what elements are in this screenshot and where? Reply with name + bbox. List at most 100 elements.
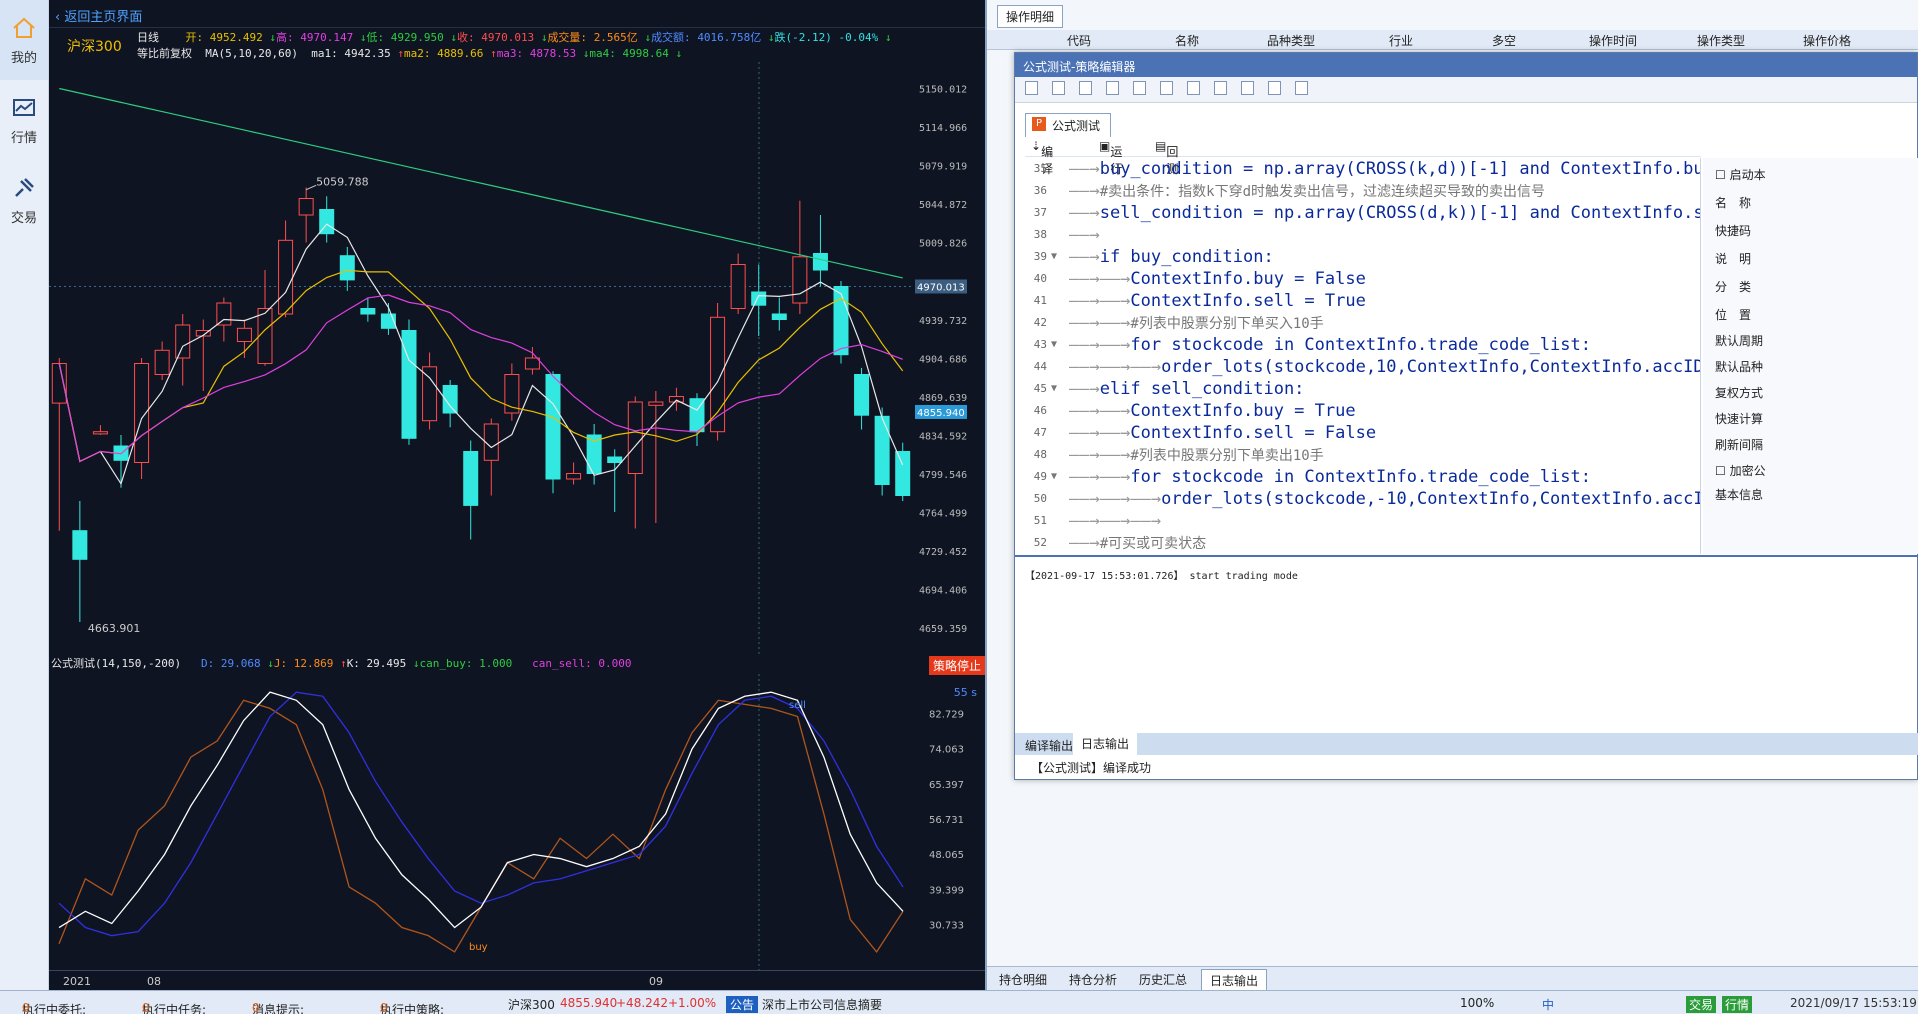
ma4-line [59,87,903,279]
code-line[interactable]: 51 ——→——→——→ [1015,510,1700,532]
fold-arrow-icon[interactable]: ▼ [1051,246,1057,268]
chart-icon [13,98,35,116]
code-text: ——→ [1069,224,1100,246]
backtest-button[interactable]: ▤ 回测 [1155,139,1178,176]
fold-arrow-icon[interactable]: ▼ [1051,334,1057,356]
code-content: #列表中股票分别下单买入10手 [1130,316,1324,332]
quote-shortcut[interactable]: 行情 [1722,996,1753,1013]
code-text: ——→if buy_condition: [1069,246,1274,268]
y-tick-label: 4729.452 [919,547,967,558]
status-value: 0 [380,1001,388,1014]
indent-marker: ——→ [1069,225,1100,245]
code-line[interactable]: 50 ——→——→——→order_lots(stockcode,-10,Cont… [1015,488,1700,510]
notice-badge[interactable]: 公告 [726,996,759,1013]
column-header[interactable]: 操作时间 [1589,32,1637,49]
column-header[interactable]: 品种类型 [1267,32,1315,49]
column-header[interactable]: 操作价格 [1803,32,1851,49]
line-number: 44 [1033,360,1047,373]
run-button[interactable]: ▣ 运行 [1099,139,1122,176]
code-line[interactable]: 46 ——→——→ContextInfo.buy = True [1015,400,1700,422]
tab-operation-detail[interactable]: 操作明细 [997,5,1064,28]
nav-label-quotes: 行情 [10,130,37,146]
code-line[interactable]: 37 ——→sell_condition = np.array(CROSS(d,k… [1015,202,1700,224]
open-label: 开: [185,31,204,44]
indicator-header: 公式测试(14,150,-200) D: 29.068 ↓J: 12.869 ↑… [49,655,985,673]
bottom-tabs: 持仓明细 持仓分析 历史汇总 日志输出 [987,966,1918,991]
code-line[interactable]: 44 ——→——→——→order_lots(stockcode,10,Conte… [1015,356,1700,378]
property-label: 名 称 [1715,196,1752,210]
editor-actions: ⇣ 编译 ▣ 运行 ▤ 回测 [1025,135,1701,176]
price-chart[interactable]: 5150.012 5114.966 5079.919 5044.872 5009.826… [49,62,985,654]
line-number: 47 [1033,426,1047,439]
code-line[interactable]: 45 ▼ ——→elif sell_condition: [1015,378,1700,400]
news-ticker[interactable]: 深市上市公司信息摘要 [762,996,882,1013]
tab-positions[interactable]: 持仓明细 [991,969,1055,990]
column-header[interactable]: 名称 [1175,32,1199,49]
code-line[interactable]: 35 ——→buy_condition = np.array(CROSS(k,d)… [1015,158,1700,180]
indicator-chart[interactable]: 82.729 74.063 65.397 56.731 48.065 39.399 30.7… [49,674,985,970]
code-line[interactable]: 47 ——→——→ContextInfo.sell = False [1015,422,1700,444]
stop-strategy-button[interactable]: 策略停止 [928,656,985,675]
code-line[interactable]: 38 ——→ [1015,224,1700,246]
file-tab[interactable]: P 公式测试 [1025,113,1112,137]
trade-icon [15,177,34,197]
import-icon[interactable] [1133,81,1146,95]
tab-history[interactable]: 历史汇总 [1131,969,1195,990]
find-icon[interactable] [1241,81,1254,95]
candle-body [648,401,664,406]
indent-marker: ——→——→ [1069,401,1131,421]
column-header[interactable]: 多空 [1492,32,1516,49]
fold-arrow-icon[interactable]: ▼ [1051,466,1057,488]
copy-icon[interactable] [1187,81,1200,95]
down-arrow-icon: ↓ [884,31,892,44]
code-line[interactable]: 41 ——→——→ContextInfo.sell = True [1015,290,1700,312]
line-number: 40 [1033,272,1047,285]
tab-compile-output[interactable]: 编译输出 [1017,737,1081,754]
column-header[interactable]: 代码 [1067,32,1091,49]
code-editor[interactable]: 35 ——→buy_condition = np.array(CROSS(k,d)… [1015,158,1701,554]
fold-arrow-icon[interactable]: ▼ [1051,378,1057,400]
property-label[interactable]: ☐ 加密公 [1715,462,1766,479]
zoom-level[interactable]: 100% [1460,996,1494,1010]
font-decrease-icon[interactable] [1079,81,1092,95]
tab-position-analysis[interactable]: 持仓分析 [1061,969,1125,990]
indicator-k: K: 29.495 [346,657,407,670]
code-line[interactable]: 52 ——→#可买或可卖状态 [1015,532,1700,554]
tab-log-output-editor[interactable]: 日志输出 [1073,733,1138,755]
trade-shortcut[interactable]: 交易 [1686,996,1717,1013]
code-line[interactable]: 36 ——→#卖出条件：指数k下穿d时触发卖出信号，过滤连续超买导致的卖出信号 [1015,180,1700,202]
nav-item-quotes[interactable]: 行情 [0,80,48,160]
compile-button[interactable]: ⇣ 编译 [1031,139,1053,176]
code-line[interactable]: 48 ——→——→#列表中股票分别下单卖出10手 [1015,444,1700,466]
candle-body [668,396,684,403]
properties-panel: ☐ 启动本名 称快捷码说 明分 类位 置默认周期 默认品种 复权方式 快速计算 刷新间隔… [1703,158,1918,554]
tab-log-output[interactable]: 日志输出 [1201,969,1268,991]
paste-icon[interactable] [1214,81,1227,95]
code-line[interactable]: 39 ▼ ——→if buy_condition: [1015,246,1700,268]
nav-item-trade[interactable]: 交易 [0,160,48,240]
back-link[interactable]: ‹ 返回主页界面 [55,6,142,25]
code-line[interactable]: 42 ——→——→#列表中股票分别下单买入10手 [1015,312,1700,334]
column-header[interactable]: 操作类型 [1697,32,1745,49]
crosshair-price-label: 4970.013 [917,282,965,293]
candle-body [730,264,746,309]
code-content: buy_condition = np.array(CROSS(k,d))[-1]… [1099,159,1701,179]
code-line[interactable]: 43 ▼ ——→——→for stockcode in ContextInfo.tr… [1015,334,1700,356]
code-line[interactable]: 40 ——→——→ContextInfo.buy = False [1015,268,1700,290]
candle-body [874,415,890,485]
font-increase-icon[interactable] [1106,81,1119,95]
help-icon[interactable] [1268,81,1281,95]
candle-body [812,253,828,271]
settings-icon[interactable] [1295,81,1308,95]
column-header[interactable]: 行业 [1389,32,1413,49]
property-label[interactable]: ☐ 启动本 [1715,166,1766,183]
line-number: 41 [1033,294,1047,307]
new-icon[interactable] [1025,81,1038,95]
nav-item-mine[interactable]: 我的 [0,0,48,80]
code-text: ——→——→for stockcode in ContextInfo.trade… [1069,334,1591,356]
index-name: 沪深300 [508,998,555,1012]
code-line[interactable]: 49 ▼ ——→——→for stockcode in ContextInfo.tr… [1015,466,1700,488]
save-icon[interactable] [1052,81,1065,95]
export-icon[interactable] [1160,81,1173,95]
code-text: ——→——→#列表中股票分别下单买入10手 [1069,312,1324,335]
